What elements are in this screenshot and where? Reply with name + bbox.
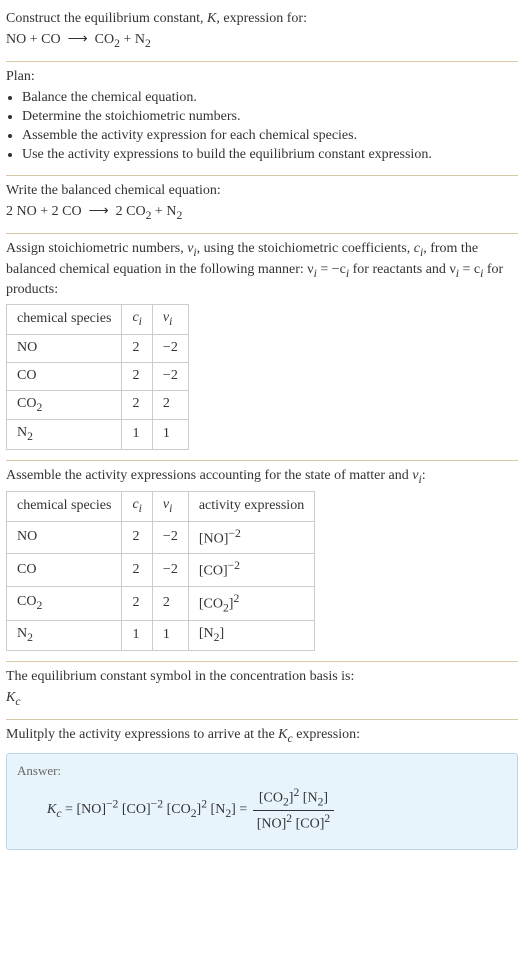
final-heading: Mulitply the activity expressions to arr… (6, 726, 518, 747)
prompt-var-K: K (207, 11, 216, 26)
prompt-section: Construct the equilibrium constant, K, e… (6, 4, 518, 62)
balanced-heading: Write the balanced chemical equation: (6, 182, 518, 201)
prompt-line1: Construct the equilibrium constant, K, e… (6, 10, 518, 29)
col-species: chemical species (7, 492, 122, 522)
table-row: CO222[CO2]2 (7, 586, 315, 620)
col-species: chemical species (7, 305, 122, 335)
table-header-row: chemical species ci νi (7, 305, 189, 335)
activity-table: chemical species ci νi activity expressi… (6, 491, 315, 650)
col-ci: ci (122, 305, 152, 335)
answer-label: Answer: (17, 762, 507, 780)
plan-list: Balance the chemical equation. Determine… (6, 89, 518, 165)
kc-lhs: [NO]−2 [CO]−2 [CO2]2 [N2] (76, 802, 235, 817)
activity-heading: Assemble the activity expressions accoun… (6, 467, 518, 488)
kc-symbol-section: The equilibrium constant symbol in the c… (6, 662, 518, 720)
stoich-explanation: Assign stoichiometric numbers, νi, using… (6, 240, 518, 300)
table-row: CO2−2 (7, 362, 189, 390)
activity-section: Assemble the activity expressions accoun… (6, 461, 518, 662)
kc-symbol-heading: The equilibrium constant symbol in the c… (6, 668, 518, 687)
table-header-row: chemical species ci νi activity expressi… (7, 492, 315, 522)
col-activity: activity expression (188, 492, 314, 522)
col-nu: νi (152, 305, 188, 335)
kc-expression: Kc = [NO]−2 [CO]−2 [CO2]2 [N2] = [CO2]2 … (47, 785, 507, 835)
plan-item: Balance the chemical equation. (22, 89, 518, 108)
final-section: Mulitply the activity expressions to arr… (6, 720, 518, 860)
col-ci: ci (122, 492, 152, 522)
col-nu: νi (152, 492, 188, 522)
unbalanced-equation: NO + CO ⟶ CO2 + N2 (6, 31, 518, 52)
plan-item: Determine the stoichiometric numbers. (22, 108, 518, 127)
table-row: N211[N2] (7, 621, 315, 651)
kc-frac-num: [CO2]2 [N2] (253, 785, 334, 811)
stoich-table: chemical species ci νi NO2−2 CO2−2 CO222… (6, 304, 189, 449)
table-row: CO2−2[CO]−2 (7, 554, 315, 587)
answer-box: Answer: Kc = [NO]−2 [CO]−2 [CO2]2 [N2] =… (6, 753, 518, 850)
kc-symbol: Kc (6, 689, 518, 710)
table-row: NO2−2[NO]−2 (7, 521, 315, 554)
plan-heading: Plan: (6, 68, 518, 87)
balanced-equation: 2 NO + 2 CO ⟶ 2 CO2 + N2 (6, 203, 518, 224)
table-row: NO2−2 (7, 334, 189, 362)
table-row: N211 (7, 420, 189, 450)
kc-fraction: [CO2]2 [N2] [NO]2 [CO]2 (253, 785, 334, 835)
kc-frac-den: [NO]2 [CO]2 (253, 811, 334, 835)
table-row: CO222 (7, 390, 189, 420)
stoich-section: Assign stoichiometric numbers, νi, using… (6, 234, 518, 460)
prompt-pre: Construct the equilibrium constant, (6, 11, 207, 26)
plan-item: Assemble the activity expression for eac… (22, 127, 518, 146)
plan-section: Plan: Balance the chemical equation. Det… (6, 62, 518, 175)
prompt-post: , expression for: (216, 11, 307, 26)
balanced-section: Write the balanced chemical equation: 2 … (6, 176, 518, 234)
plan-item: Use the activity expressions to build th… (22, 146, 518, 165)
